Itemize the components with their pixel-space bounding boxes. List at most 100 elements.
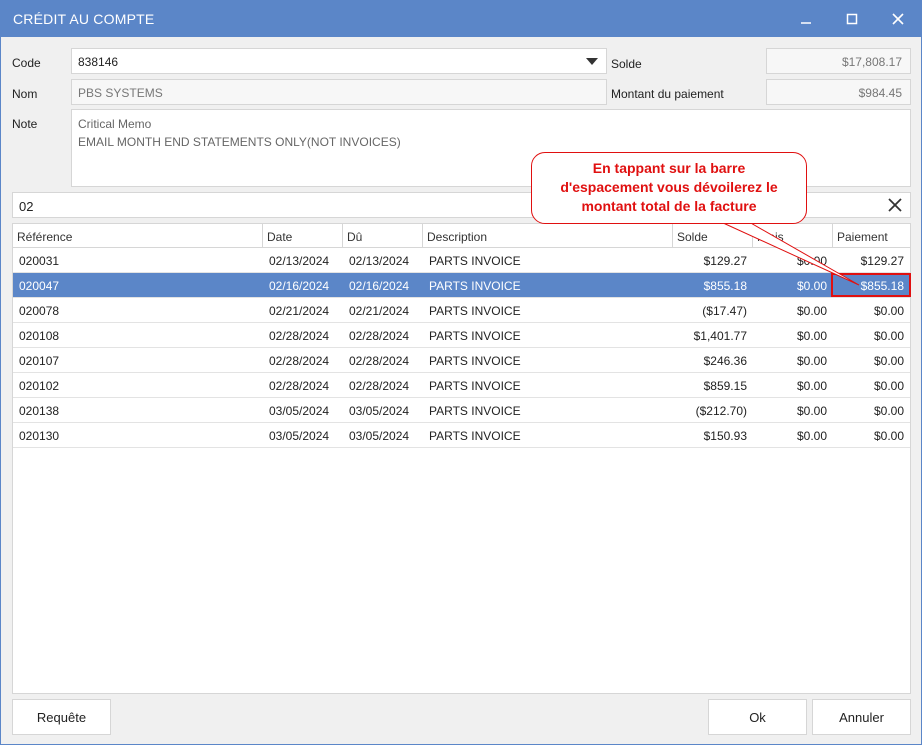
title-bar: CRÉDIT AU COMPTE	[1, 1, 921, 37]
cell-du[interactable]: 03/05/2024	[343, 423, 423, 448]
cell-du[interactable]: 03/05/2024	[343, 398, 423, 423]
cell-reference[interactable]: 020130	[13, 423, 263, 448]
cell-paiement[interactable]: $0.00	[833, 373, 910, 398]
table-row[interactable]: 020102 02/28/2024 02/28/2024 PARTS INVOICE $…	[13, 373, 910, 398]
cell-du[interactable]: 02/28/2024	[343, 323, 423, 348]
cell-paiement[interactable]: $0.00	[833, 323, 910, 348]
cell-du[interactable]: 02/13/2024	[343, 248, 423, 273]
callout-annotation: En tappant sur la barre d'espacement vou…	[531, 152, 807, 224]
cell-solde[interactable]: $246.36	[673, 348, 753, 373]
cell-solde[interactable]: ($17.47)	[673, 298, 753, 323]
table-row[interactable]: 020138 03/05/2024 03/05/2024 PARTS INVOICE(…	[13, 398, 910, 423]
cell-description[interactable]: PARTS INVOICE	[423, 323, 673, 348]
cell-reference[interactable]: 020108	[13, 323, 263, 348]
cell-reference[interactable]: 020031	[13, 248, 263, 273]
cell-reference[interactable]: 020102	[13, 373, 263, 398]
header-date[interactable]: Date	[263, 224, 343, 248]
montant-label: Montant du paiement	[611, 87, 724, 101]
cell-reference[interactable]: 020078	[13, 298, 263, 323]
cell-description[interactable]: PARTS INVOICE	[423, 348, 673, 373]
annuler-button[interactable]: Annuler	[812, 699, 911, 735]
code-label: Code	[12, 56, 41, 70]
cell-solde[interactable]: $150.93	[673, 423, 753, 448]
solde-label: Solde	[611, 57, 642, 71]
chevron-down-icon	[586, 58, 598, 65]
header-description[interactable]: Description	[423, 224, 673, 248]
header-du[interactable]: Dû	[343, 224, 423, 248]
cell-solde[interactable]: $1,401.77	[673, 323, 753, 348]
cell-solde[interactable]: $859.15	[673, 373, 753, 398]
note-line-2: EMAIL MONTH END STATEMENTS ONLY(NOT INVO…	[78, 135, 401, 149]
payment-highlight	[831, 273, 911, 297]
cell-solde[interactable]: ($212.70)	[673, 398, 753, 423]
cell-frais[interactable]: $0.00	[753, 423, 833, 448]
table-row[interactable]: 020047 02/16/2024 02/16/2024 PARTS INVOICE $…	[13, 273, 910, 298]
cell-solde[interactable]: $855.18	[673, 273, 753, 298]
table-row[interactable]: 020107 02/28/2024 02/28/2024 PARTS INVOICE $…	[13, 348, 910, 373]
cell-du[interactable]: 02/16/2024	[343, 273, 423, 298]
table-row[interactable]: 020130 03/05/2024 03/05/2024 PARTS INVOICE $…	[13, 423, 910, 448]
requete-button[interactable]: Requête	[12, 699, 111, 735]
solde-value: $17,808.17	[841, 55, 902, 69]
cell-du[interactable]: 02/21/2024	[343, 298, 423, 323]
cell-frais[interactable]: $0.00	[753, 298, 833, 323]
callout-line-1: En tappant sur la barre	[592, 160, 746, 176]
cell-description[interactable]: PARTS INVOICE	[423, 298, 673, 323]
cell-du[interactable]: 02/28/2024	[343, 373, 423, 398]
cell-description[interactable]: PARTS INVOICE	[423, 273, 673, 298]
cell-description[interactable]: PARTS INVOICE	[423, 398, 673, 423]
note-label: Note	[12, 117, 38, 131]
solde-field: $17,808.17	[766, 48, 911, 74]
cell-paiement[interactable]: $0.00	[833, 423, 910, 448]
cell-solde[interactable]: $129.27	[673, 248, 753, 273]
montant-field[interactable]: $984.45	[766, 79, 911, 105]
grid-header: Référence Date Dû Description Solde Frai…	[13, 224, 910, 248]
maximize-button[interactable]	[837, 7, 867, 31]
header-solde[interactable]: Solde	[673, 224, 753, 248]
cell-frais[interactable]: $0.00	[753, 323, 833, 348]
cell-frais[interactable]: $0.00	[753, 248, 833, 273]
cell-reference[interactable]: 020107	[13, 348, 263, 373]
cell-date[interactable]: 02/28/2024	[263, 348, 343, 373]
cell-reference[interactable]: 020047	[13, 273, 263, 298]
minimize-button[interactable]	[791, 7, 821, 31]
cell-paiement[interactable]: $0.00	[833, 398, 910, 423]
cell-paiement[interactable]: $0.00	[833, 348, 910, 373]
cell-date[interactable]: 03/05/2024	[263, 423, 343, 448]
cell-paiement[interactable]: $0.00	[833, 298, 910, 323]
table-row[interactable]: 020031 02/13/2024 02/13/2024 PARTS INVOICE $…	[13, 248, 910, 273]
cell-frais[interactable]: $0.00	[753, 398, 833, 423]
invoice-grid[interactable]: Référence Date Dû Description Solde Frai…	[12, 223, 911, 694]
maximize-icon	[846, 13, 858, 25]
cell-description[interactable]: PARTS INVOICE	[423, 423, 673, 448]
nom-field[interactable]: PBS SYSTEMS	[71, 79, 607, 105]
clear-search-button[interactable]	[886, 196, 906, 216]
cell-date[interactable]: 02/28/2024	[263, 373, 343, 398]
cell-date[interactable]: 02/13/2024	[263, 248, 343, 273]
table-row[interactable]: 020108 02/28/2024 02/28/2024 PARTS INVOICE $…	[13, 323, 910, 348]
close-icon	[888, 198, 902, 212]
code-value: 838146	[78, 55, 119, 69]
minimize-icon	[801, 22, 811, 24]
cell-date[interactable]: 02/21/2024	[263, 298, 343, 323]
ok-button[interactable]: Ok	[708, 699, 807, 735]
montant-value: $984.45	[858, 86, 902, 100]
nom-value: PBS SYSTEMS	[78, 86, 163, 100]
header-reference[interactable]: Référence	[13, 224, 263, 248]
code-dropdown[interactable]: 838146	[71, 48, 607, 74]
cell-paiement[interactable]: $129.27	[833, 248, 910, 273]
cell-date[interactable]: 03/05/2024	[263, 398, 343, 423]
close-button[interactable]	[883, 7, 913, 31]
table-row[interactable]: 020078 02/21/2024 02/21/2024 PARTS INVOICE(…	[13, 298, 910, 323]
header-paiement[interactable]: Paiement	[833, 224, 910, 248]
cell-frais[interactable]: $0.00	[753, 273, 833, 298]
cell-description[interactable]: PARTS INVOICE	[423, 248, 673, 273]
header-frais[interactable]: Frais	[753, 224, 833, 248]
cell-reference[interactable]: 020138	[13, 398, 263, 423]
cell-frais[interactable]: $0.00	[753, 348, 833, 373]
cell-date[interactable]: 02/28/2024	[263, 323, 343, 348]
cell-description[interactable]: PARTS INVOICE	[423, 373, 673, 398]
cell-frais[interactable]: $0.00	[753, 373, 833, 398]
cell-date[interactable]: 02/16/2024	[263, 273, 343, 298]
cell-du[interactable]: 02/28/2024	[343, 348, 423, 373]
